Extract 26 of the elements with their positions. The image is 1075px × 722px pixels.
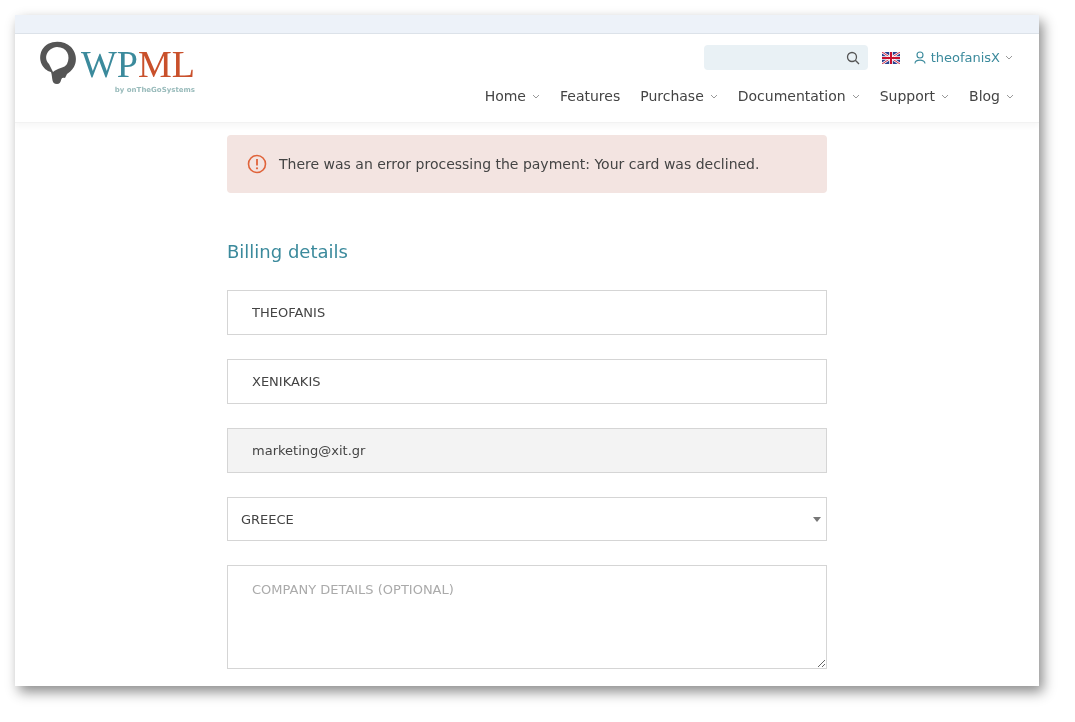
chevron-down-icon <box>1006 93 1014 99</box>
warning-icon <box>247 154 267 174</box>
flag-icon[interactable] <box>881 51 900 64</box>
text-area[interactable]: COMPANY DETAILS (OPTIONAL) <box>227 565 827 669</box>
nav-link[interactable]: Documentation <box>737 88 860 104</box>
section-title: Billing details <box>227 241 349 262</box>
error-message: There was an error processing the payment: Your card was declined. <box>279 156 760 172</box>
input-field[interactable]: XENIKAKIS <box>227 359 827 404</box>
user-icon <box>913 51 926 64</box>
input-field[interactable]: THEOFANIS <box>227 290 827 335</box>
nav-link[interactable]: Home <box>484 88 540 104</box>
nav-link[interactable]: Purchase <box>640 88 718 104</box>
chevron-down-icon <box>709 93 718 99</box>
search-icon <box>845 50 860 65</box>
search-field[interactable] <box>703 45 868 70</box>
nav-link[interactable]: Blog <box>969 88 1014 104</box>
chevron-down-icon <box>941 93 950 99</box>
chevron-down-icon <box>1005 55 1013 60</box>
nav-link[interactable]: Support <box>879 88 950 104</box>
nav-link[interactable]: Features <box>560 88 621 104</box>
chevron-down-icon <box>851 93 860 99</box>
country-select[interactable]: GREECE <box>227 497 827 541</box>
user-menu[interactable]: theofanisX <box>913 50 1013 65</box>
input-field[interactable]: marketing@xit.gr <box>227 428 827 473</box>
chevron-down-icon <box>532 93 540 99</box>
dropdown-arrow-icon <box>813 516 821 522</box>
